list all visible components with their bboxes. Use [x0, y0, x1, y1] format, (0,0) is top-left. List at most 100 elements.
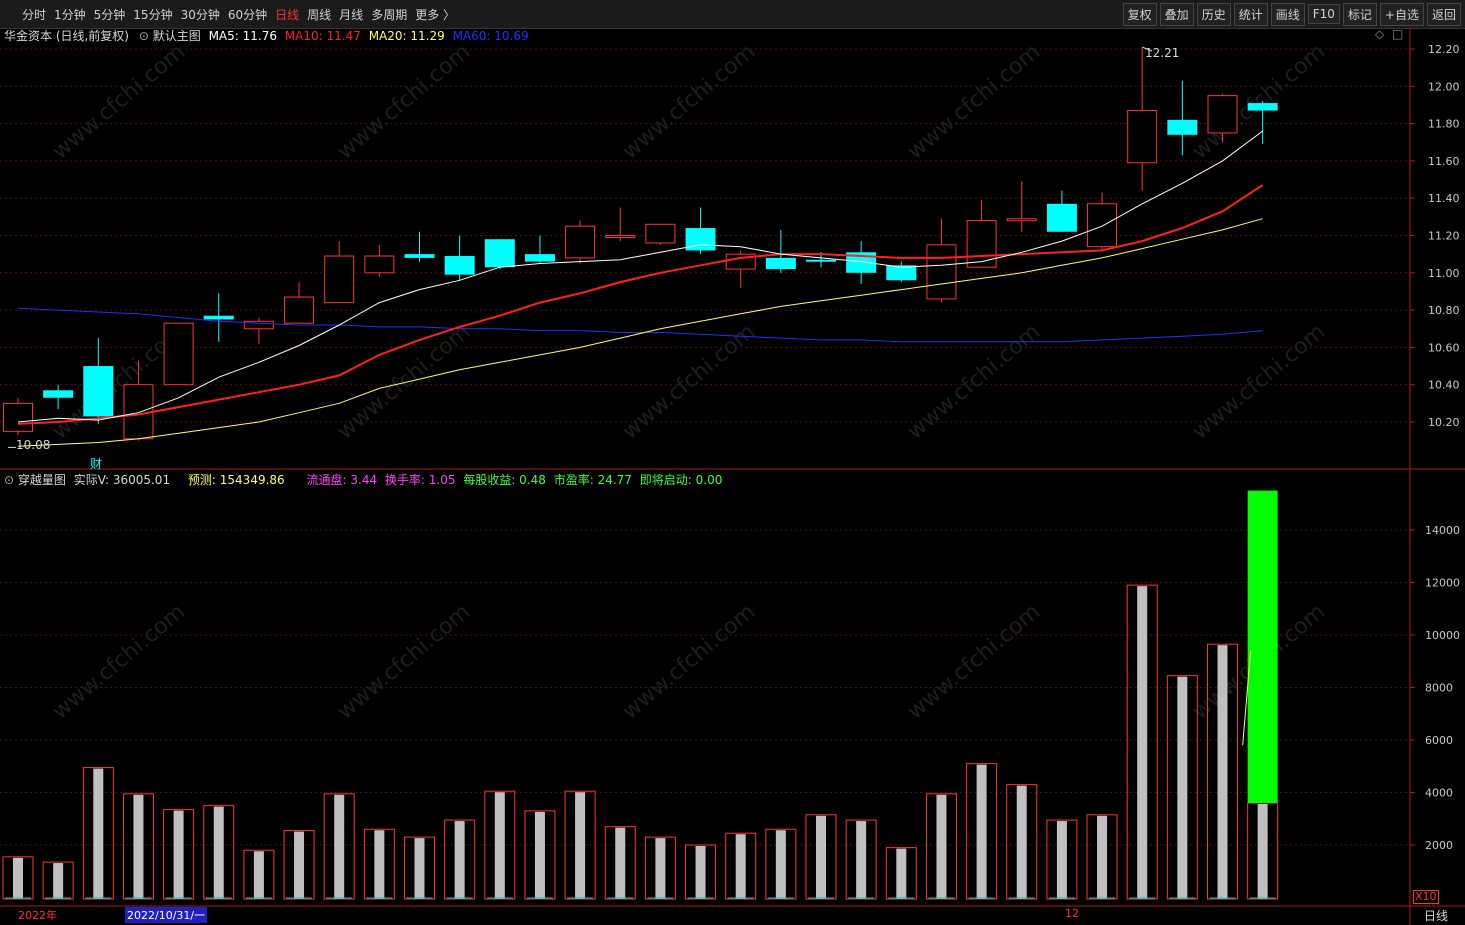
- period-tab-1[interactable]: 1分钟: [54, 6, 86, 23]
- volume-bar-fill: [1177, 676, 1188, 899]
- diamond-icon[interactable]: ◇: [1375, 27, 1384, 41]
- volume-bar-fill: [93, 768, 104, 899]
- period-tab-9[interactable]: 多周期: [371, 6, 407, 23]
- vol-template-icon[interactable]: ⊙: [4, 473, 14, 487]
- volume-bar-fill: [173, 810, 184, 899]
- watermark-text: www.cfchi.com: [48, 39, 190, 164]
- vol-tick-label: 6000: [1425, 734, 1453, 747]
- watermark-text: www.cfchi.com: [903, 599, 1045, 724]
- volume-bar-fill: [655, 838, 666, 899]
- volume-bar-fill: [775, 830, 786, 899]
- volume-bar-fill: [494, 792, 505, 899]
- expand-icon[interactable]: □: [1392, 27, 1403, 41]
- period-tab-6[interactable]: 日线: [275, 6, 299, 23]
- watermark-text: www.cfchi.com: [903, 39, 1045, 164]
- candle-body-up: [3, 402, 33, 432]
- volume-bar-fill: [1016, 785, 1027, 899]
- candle-body-down: [83, 366, 114, 417]
- volume-bar-fill: [575, 792, 586, 899]
- tool-button-2[interactable]: 历史: [1196, 2, 1231, 26]
- candle-body-down: [203, 315, 234, 320]
- vol-actual: 实际V: 36005.01: [73, 473, 171, 487]
- period-tab-10[interactable]: 更多 〉: [415, 6, 455, 23]
- candle-body-up: [966, 220, 997, 268]
- high-label: 12.21: [1145, 46, 1180, 60]
- volume-bar-fill: [13, 857, 23, 899]
- price-tick-label: 11.80: [1428, 118, 1460, 131]
- volume-bar-fill: [334, 794, 345, 899]
- vol-title[interactable]: 穿越量图: [18, 473, 66, 487]
- period-tab-5[interactable]: 60分钟: [228, 6, 267, 23]
- period-tab-0[interactable]: 分时: [22, 6, 46, 23]
- template-icon[interactable]: ⊙: [139, 29, 149, 43]
- vol-float: 流通盘: 3.44: [306, 473, 378, 487]
- tool-button-6[interactable]: 标记: [1342, 2, 1377, 26]
- watermark-text: www.cfchi.com: [1188, 319, 1330, 444]
- ma10-value: MA10: 11.47: [284, 29, 361, 43]
- vol-turnover: 换手率: 1.05: [384, 473, 456, 487]
- template-name[interactable]: 默认主图: [153, 29, 201, 43]
- candle-body-up: [926, 244, 957, 300]
- candle-body-down: [1046, 203, 1077, 232]
- candle-body-up: [605, 235, 636, 238]
- price-tick-label: 10.60: [1428, 341, 1460, 354]
- x10-badge[interactable]: X10: [1413, 890, 1439, 904]
- volume-bar-fill: [213, 806, 224, 899]
- volume-bar-fill: [534, 811, 545, 899]
- candle-body-down: [1167, 119, 1198, 135]
- tool-button-5[interactable]: F10: [1307, 4, 1340, 24]
- candle-body-down: [484, 239, 515, 268]
- period-tab-3[interactable]: 15分钟: [133, 6, 172, 23]
- vol-tick-label: 14000: [1425, 524, 1460, 537]
- main-legend: 华金资本 (日线,前复权) ⊙ 默认主图 MA5: 11.76 MA10: 11…: [4, 27, 529, 44]
- chart-tools: 复权 叠加 历史 统计 画线 F10 标记 +自选 返回: [1120, 0, 1461, 28]
- ma5-value: MA5: 11.76: [208, 29, 277, 43]
- volume-bar-fill: [1217, 645, 1228, 899]
- watermark-text: www.cfchi.com: [618, 599, 760, 724]
- candle-body-up: [284, 296, 315, 324]
- period-tab-2[interactable]: 5分钟: [94, 6, 126, 23]
- watermark-text: www.cfchi.com: [333, 319, 475, 444]
- price-tick-label: 11.60: [1428, 155, 1460, 168]
- volume-bar-fill: [735, 834, 746, 899]
- price-tick-label: 10.80: [1428, 304, 1460, 317]
- low-label: 10.08: [16, 438, 51, 452]
- candle-body-up: [565, 225, 596, 259]
- tool-button-3[interactable]: 统计: [1233, 2, 1268, 26]
- tool-button-8[interactable]: 返回: [1426, 2, 1461, 26]
- candle-body-down: [806, 259, 836, 262]
- candle-body-up: [1087, 203, 1118, 248]
- candle-body-up: [645, 223, 676, 244]
- tool-button-0[interactable]: 复权: [1122, 2, 1157, 26]
- ma20-value: MA20: 11.29: [368, 29, 445, 43]
- tool-button-7[interactable]: +自选: [1379, 2, 1424, 26]
- period-tag[interactable]: 日线: [1424, 907, 1448, 924]
- volume-bar-fill: [294, 831, 305, 899]
- top-toolbar: 分时 1分钟 5分钟 15分钟 30分钟 60分钟 日线 周线 月线 多周期 更多 〉 复权 叠加 历史…: [0, 0, 1465, 29]
- candle-body-down: [444, 256, 475, 275]
- finance-marker[interactable]: 财: [90, 455, 102, 472]
- volume-bar-fill: [1097, 815, 1108, 899]
- period-tab-7[interactable]: 周线: [307, 6, 331, 23]
- stock-title: 华金资本 (日线,前复权): [4, 29, 129, 43]
- tool-button-4[interactable]: 画线: [1270, 2, 1305, 26]
- vol-legend: ⊙ 穿越量图 实际V: 36005.01 预测: 154349.86 流通盘: …: [4, 471, 722, 488]
- period-tab-4[interactable]: 30分钟: [181, 6, 220, 23]
- candle-body-down: [765, 257, 796, 270]
- vol-tick-label: 10000: [1425, 629, 1460, 642]
- candle-body-up: [1207, 95, 1238, 134]
- volume-bar-fill: [976, 764, 987, 899]
- candle-body-up: [1127, 110, 1158, 164]
- watermark-text: www.cfchi.com: [48, 599, 190, 724]
- month-label: 12: [1065, 907, 1079, 920]
- watermark-text: www.cfchi.com: [618, 39, 760, 164]
- volume-bar-fill: [1257, 804, 1268, 899]
- vol-tick-label: 12000: [1425, 577, 1460, 590]
- vol-tick-label: 8000: [1425, 682, 1453, 695]
- price-tick-label: 12.20: [1428, 43, 1460, 56]
- period-tab-8[interactable]: 月线: [339, 6, 363, 23]
- price-tick-label: 11.40: [1428, 192, 1460, 205]
- vol-tick-label: 2000: [1425, 839, 1453, 852]
- tool-button-1[interactable]: 叠加: [1159, 2, 1194, 26]
- candle-body-down: [43, 390, 74, 398]
